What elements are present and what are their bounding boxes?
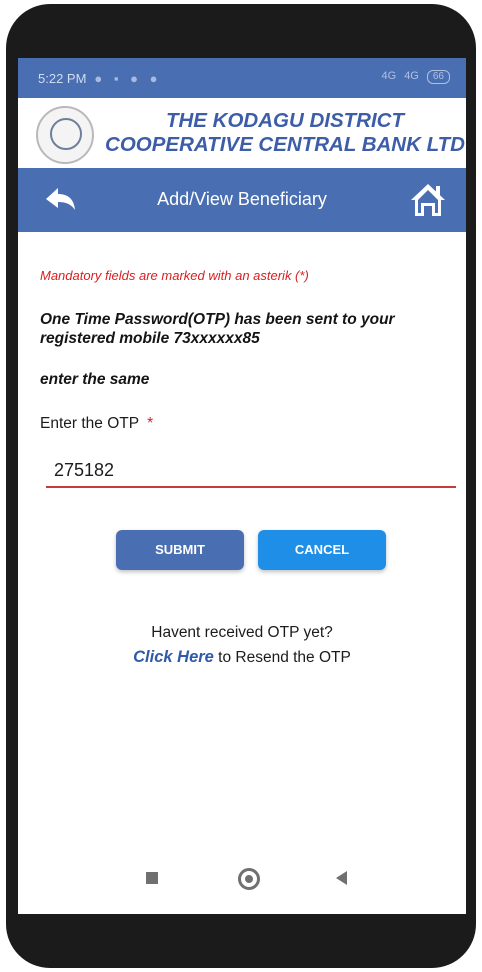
bank-name-line1: THE KODAGU DISTRICT [165, 109, 405, 132]
mandatory-note: Mandatory fields are marked with an aste… [40, 268, 309, 283]
otp-field-label: Enter the OTP * [40, 415, 153, 433]
resend-question: Havent received OTP yet? [151, 624, 333, 641]
bank-header: THE KODAGU DISTRICT COOPERATIVE CENTRAL … [18, 98, 466, 168]
status-bar: 5:22 PM ● ▪ ● ● 4G 4G 66 [18, 58, 466, 98]
resend-suffix: to Resend the OTP [213, 649, 351, 666]
notification-icons: ● ▪ ● ● [94, 70, 162, 86]
home-icon[interactable] [408, 180, 448, 220]
submit-button[interactable]: SUBMIT [116, 530, 244, 570]
status-indicators: 4G 4G 66 [381, 70, 450, 84]
bank-name-line2: COOPERATIVE CENTRAL BANK LTD [105, 133, 465, 156]
required-asterisk: * [147, 415, 154, 432]
recent-apps-icon[interactable] [146, 872, 158, 884]
network-indicator-2: 4G [404, 70, 419, 82]
otp-sent-message: One Time Password(OTP) has been sent to … [40, 311, 395, 347]
page-title: Add/View Beneficiary [157, 189, 327, 209]
resend-otp-link[interactable]: Click Here [133, 648, 214, 666]
enter-same-text: enter the same [40, 371, 150, 388]
status-time: 5:22 PM [38, 70, 87, 86]
resend-line: Click Here to Resend the OTP [18, 648, 466, 667]
app-screen: 5:22 PM ● ▪ ● ● 4G 4G 66 THE KODAGU DIST… [18, 58, 466, 914]
bank-name: THE KODAGU DISTRICT COOPERATIVE CENTRAL … [104, 109, 466, 157]
cancel-button[interactable]: CANCEL [258, 530, 386, 570]
home-dot-icon [245, 875, 253, 883]
bank-logo [36, 106, 94, 164]
nav-bar: Add/View Beneficiary [18, 168, 466, 232]
network-indicator-1: 4G [381, 70, 397, 82]
phone-frame: 5:22 PM ● ▪ ● ● 4G 4G 66 THE KODAGU DIST… [6, 4, 476, 968]
battery-icon: 66 [426, 70, 450, 84]
otp-input[interactable] [46, 454, 456, 488]
home-button-icon[interactable] [238, 868, 260, 890]
otp-label-text: Enter the OTP [40, 415, 140, 432]
back-triangle-icon[interactable] [336, 871, 347, 885]
system-nav-bar [18, 858, 466, 898]
logo-emblem-icon [50, 118, 82, 150]
